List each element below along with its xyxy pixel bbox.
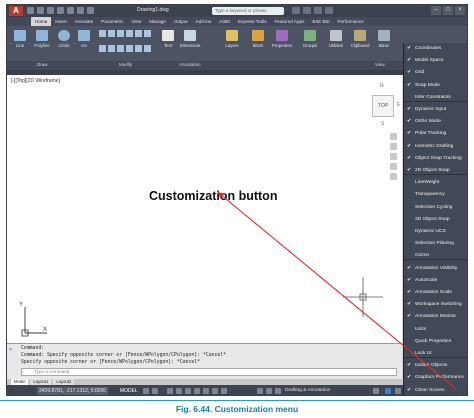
figure-number: Fig. 6.44. <box>175 404 213 414</box>
figure-caption: Fig. 6.44. Customization menu <box>0 404 474 414</box>
caption-rule <box>0 400 474 401</box>
figure-title: Customization menu <box>214 404 299 414</box>
arrow-line <box>217 191 457 390</box>
callout-arrow <box>217 191 457 390</box>
